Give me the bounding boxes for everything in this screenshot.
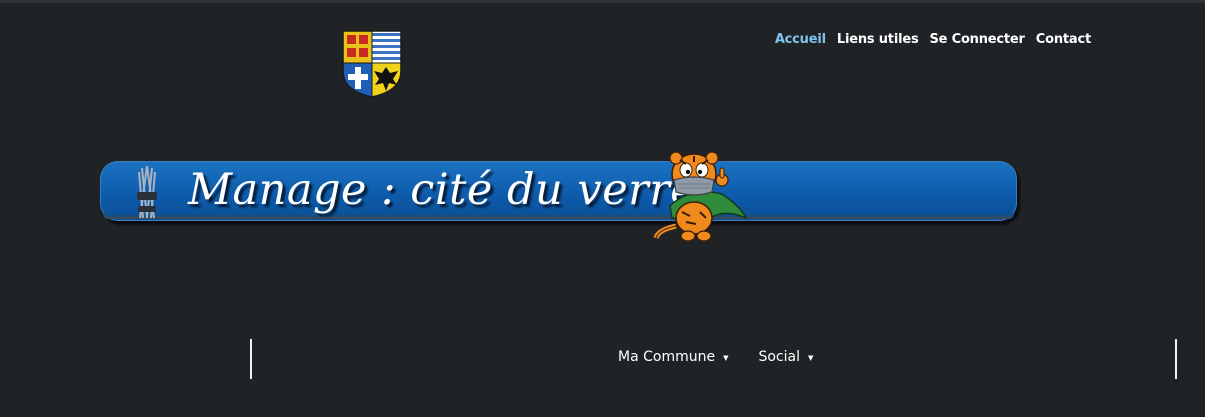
menu-item-social[interactable]: Social ▼ (758, 349, 813, 365)
menu-item-label: Social (758, 349, 800, 365)
tiger-mascot-icon (650, 146, 750, 244)
glass-tools-icon (130, 162, 164, 222)
menu-divider-right (1175, 339, 1177, 379)
menu-divider-left (250, 339, 252, 379)
site-banner[interactable]: Manage : cité du verre (100, 146, 1020, 246)
top-border (0, 0, 1205, 3)
nav-link-accueil[interactable]: Accueil (775, 31, 826, 49)
coat-of-arms-icon[interactable] (341, 29, 403, 99)
main-menu: Ma Commune ▼ Social ▼ (250, 339, 1177, 379)
menu-item-label: Ma Commune (618, 349, 716, 365)
banner-title: Manage : cité du verre (188, 165, 697, 215)
nav-link-liens-utiles[interactable]: Liens utiles (837, 31, 919, 49)
top-navigation: Accueil Liens utiles Se Connecter Contac… (775, 31, 1091, 49)
nav-link-se-connecter[interactable]: Se Connecter (930, 31, 1025, 49)
menu-item-ma-commune[interactable]: Ma Commune ▼ (618, 349, 728, 365)
caret-down-icon: ▼ (723, 354, 729, 362)
caret-down-icon: ▼ (808, 354, 814, 362)
main-menu-items: Ma Commune ▼ Social ▼ (618, 349, 813, 365)
nav-link-contact[interactable]: Contact (1036, 31, 1091, 49)
